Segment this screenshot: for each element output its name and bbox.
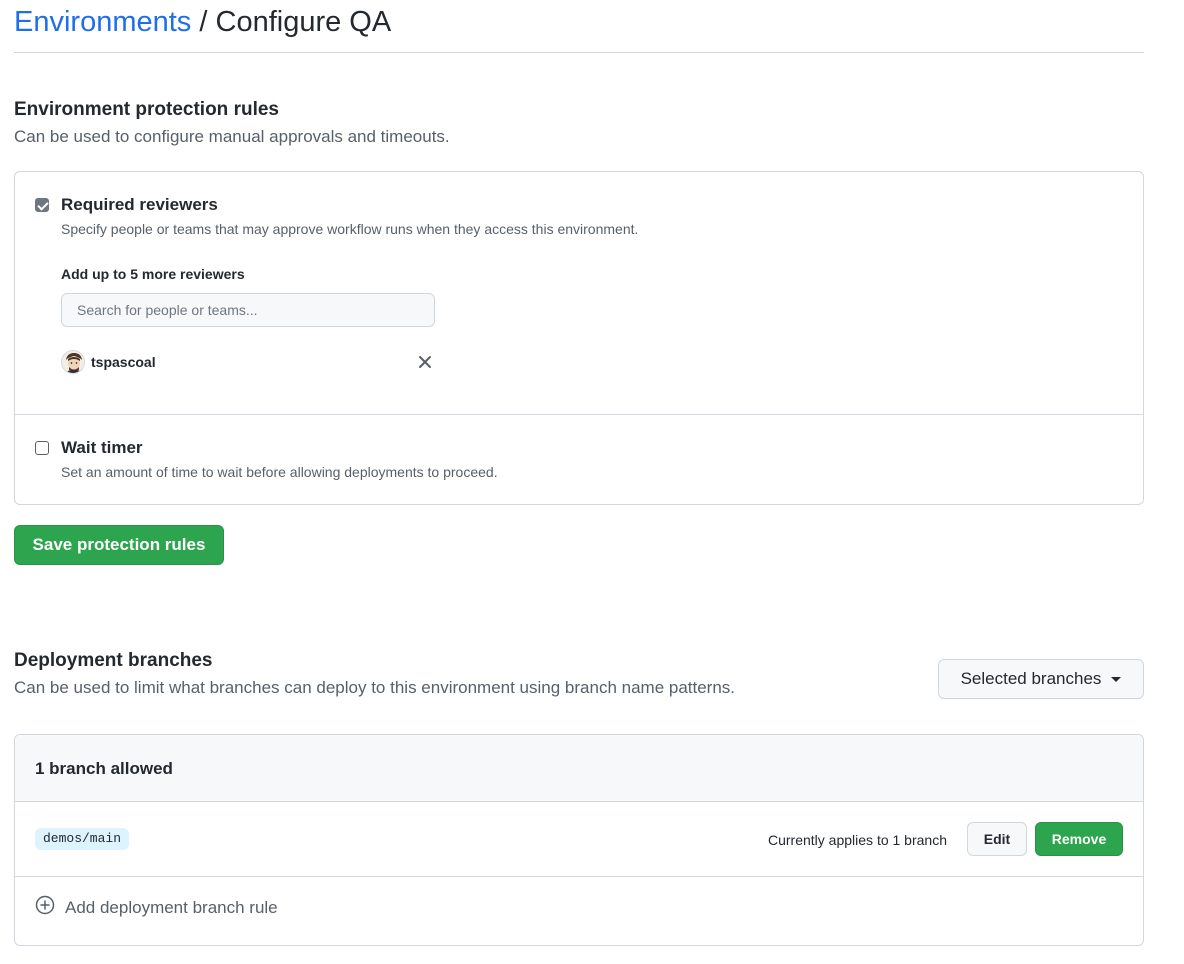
deployment-branches-description: Can be used to limit what branches can d… bbox=[14, 678, 736, 697]
required-reviewers-checkbox[interactable] bbox=[35, 198, 49, 212]
branch-pattern: demos/main bbox=[35, 828, 130, 850]
branch-list-header: 1 branch allowed bbox=[15, 735, 1143, 802]
reviewer-name: tspascoal bbox=[91, 354, 156, 370]
edit-branch-rule-button[interactable]: Edit bbox=[967, 822, 1027, 856]
wait-timer-rule: Wait timer Set an amount of time to wait… bbox=[15, 415, 1143, 503]
plus-circle-icon bbox=[35, 895, 55, 920]
add-rule-label: Add deployment branch rule bbox=[65, 897, 278, 917]
environment-config-page: Environments / Configure QA Environment … bbox=[14, 0, 1144, 946]
branch-applies-text: Currently applies to 1 branch bbox=[768, 832, 947, 848]
protection-rules-description: Can be used to configure manual approval… bbox=[14, 127, 450, 146]
remove-branch-rule-button[interactable]: Remove bbox=[1035, 822, 1123, 856]
wait-timer-label: Wait timer bbox=[61, 438, 143, 457]
avatar bbox=[61, 350, 85, 374]
protection-rules-box: Required reviewers Specify people or tea… bbox=[14, 171, 1144, 505]
branch-rule-row: demos/main Currently applies to 1 branch… bbox=[15, 802, 1143, 877]
required-reviewers-label: Required reviewers bbox=[61, 195, 218, 214]
branch-policy-select-label: Selected branches bbox=[960, 669, 1102, 688]
breadcrumb: Environments / Configure QA bbox=[14, 3, 391, 41]
deployment-branches-box: 1 branch allowed demos/main Currently ap… bbox=[14, 734, 1144, 946]
breadcrumb-environments-link[interactable]: Environments bbox=[14, 6, 191, 38]
reviewer-item: tspascoal bbox=[61, 349, 435, 377]
close-icon[interactable] bbox=[415, 352, 435, 372]
save-protection-rules-button[interactable]: Save protection rules bbox=[14, 525, 224, 565]
add-reviewers-label: Add up to 5 more reviewers bbox=[61, 266, 245, 282]
caret-down-icon bbox=[1111, 676, 1122, 682]
reviewer-search-input[interactable] bbox=[61, 293, 435, 327]
deployment-branches-title: Deployment branches bbox=[14, 650, 213, 671]
add-deployment-branch-rule[interactable]: Add deployment branch rule bbox=[35, 895, 278, 920]
wait-timer-hint: Set an amount of time to wait before all… bbox=[61, 464, 498, 480]
branch-count: 1 branch allowed bbox=[35, 759, 173, 778]
required-reviewers-hint: Specify people or teams that may approve… bbox=[61, 221, 639, 237]
required-reviewers-rule: Required reviewers Specify people or tea… bbox=[15, 172, 1143, 415]
breadcrumb-separator: / bbox=[199, 6, 208, 38]
wait-timer-checkbox[interactable] bbox=[35, 441, 49, 455]
protection-rules-title: Environment protection rules bbox=[14, 99, 279, 120]
page-title: Configure QA bbox=[215, 6, 392, 38]
protection-rules-heading-block: Environment protection rules Can be used… bbox=[14, 98, 450, 148]
deployment-branches-heading-block: Deployment branches Can be used to limit… bbox=[14, 649, 735, 699]
branch-policy-select[interactable]: Selected branches bbox=[938, 659, 1144, 699]
page-header: Environments / Configure QA bbox=[14, 0, 1144, 53]
